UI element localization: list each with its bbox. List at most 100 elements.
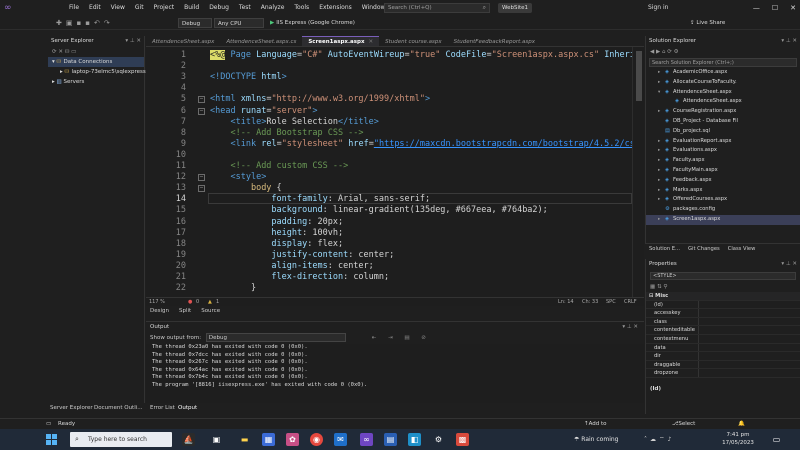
- visual-studio-taskbar-icon[interactable]: ∞: [360, 433, 373, 446]
- fold-toggle-icon[interactable]: −: [198, 96, 205, 104]
- fold-toggle-icon[interactable]: −: [198, 185, 205, 193]
- code-line[interactable]: <!-- Add custom CSS -->: [210, 161, 348, 171]
- add-to-source-control-button[interactable]: ↑ Add to Source Control: [584, 419, 609, 447]
- code-line[interactable]: <%@ Page Language="C#" AutoEventWireup="…: [210, 50, 635, 60]
- property-value[interactable]: [698, 317, 800, 326]
- fold-toggle-icon[interactable]: −: [198, 107, 205, 115]
- editor-scrollbar[interactable]: [632, 47, 644, 297]
- fold-toggle-icon[interactable]: −: [198, 174, 205, 182]
- menu-analyze[interactable]: Analyze: [256, 0, 290, 16]
- settings-icon[interactable]: ⚙: [674, 49, 679, 55]
- solution-item[interactable]: ▸ ◈ Marks.aspx: [646, 186, 800, 196]
- connect-db-icon[interactable]: ⛁: [65, 49, 70, 55]
- collapse-icon[interactable]: ▾: [658, 88, 665, 98]
- solution-item[interactable]: ▸ ◈ Feedback.aspx: [646, 176, 800, 186]
- code-line[interactable]: <html xmlns="http://www.w3.org/1999/xhtm…: [210, 94, 430, 104]
- code-line[interactable]: align-items: center;: [210, 261, 373, 271]
- sql-app-icon[interactable]: ▤: [384, 433, 397, 446]
- forward-icon[interactable]: ▶: [656, 49, 660, 55]
- solution-item[interactable]: ▾ ◈ AttendenceSheet.aspx: [646, 88, 800, 98]
- home-icon[interactable]: ⌂: [662, 49, 666, 55]
- mail-app-icon[interactable]: ✉: [334, 433, 347, 446]
- property-pages-icon[interactable]: ⚲: [663, 284, 667, 290]
- code-line[interactable]: <!DOCTYPE html>: [210, 72, 287, 82]
- tab-student-feedback-report[interactable]: StudentFeedbackReport.aspx: [448, 37, 541, 46]
- output-source-select[interactable]: Debug: [205, 333, 346, 342]
- tab-git-changes[interactable]: Git Changes: [688, 246, 720, 252]
- property-value[interactable]: [698, 309, 800, 317]
- connect-server-icon[interactable]: ▭: [71, 49, 76, 55]
- error-count[interactable]: 0: [196, 298, 199, 306]
- property-row[interactable]: draggable: [646, 360, 800, 370]
- property-value[interactable]: [698, 360, 800, 369]
- code-line[interactable]: <link rel="stylesheet" href="https://max…: [210, 139, 634, 149]
- tab-attendencesheet-aspx[interactable]: AttendenceSheet.aspx: [146, 37, 220, 46]
- redo-icon[interactable]: ↷: [104, 19, 114, 27]
- volume-icon[interactable]: ♪: [668, 436, 675, 443]
- expand-icon[interactable]: ▸: [658, 78, 665, 88]
- sign-in-link[interactable]: Sign in: [648, 0, 668, 16]
- settings-icon[interactable]: ⚙: [432, 433, 445, 446]
- undo-icon[interactable]: ↶: [94, 19, 104, 27]
- property-value[interactable]: [698, 300, 800, 309]
- app-icon[interactable]: ◧: [408, 433, 421, 446]
- output-toolbar-icons[interactable]: ⇤ ⇥ ▤ ⊘: [372, 335, 431, 341]
- menu-tools[interactable]: Tools: [289, 0, 314, 16]
- properties-object-select[interactable]: <STYLE>: [650, 272, 796, 280]
- notification-center-icon[interactable]: ▭: [770, 433, 783, 446]
- menu-extensions[interactable]: Extensions: [314, 0, 357, 16]
- tree-item-data-connections[interactable]: ▾ ⛁ Data Connections: [48, 57, 144, 67]
- expand-icon[interactable]: ▸: [658, 215, 665, 225]
- menu-build[interactable]: Build: [179, 0, 204, 16]
- live-share-button[interactable]: ⇪ Live Share: [690, 18, 725, 28]
- close-tab-icon[interactable]: ✕: [369, 39, 374, 45]
- solution-item[interactable]: ▤ Db_project.sql: [646, 127, 800, 137]
- expand-icon[interactable]: ▸: [658, 176, 665, 186]
- file-explorer-icon[interactable]: ▬: [238, 433, 251, 446]
- scrollbar-thumb[interactable]: [636, 51, 642, 101]
- solution-item[interactable]: ▸ ◈ Faculty.aspx: [646, 156, 800, 166]
- notifications-icon[interactable]: 🔔: [738, 419, 745, 429]
- tab-split[interactable]: Split: [179, 308, 191, 314]
- panel-pin-icon[interactable]: ▾ ⊥ ✕: [781, 259, 797, 270]
- code-line[interactable]: height: 100vh;: [210, 228, 343, 238]
- search-input[interactable]: Search (Ctrl+Q) ⌕: [384, 3, 490, 13]
- menu-project[interactable]: Project: [149, 0, 180, 16]
- code-line[interactable]: font-family: Arial, sans-serif;: [210, 194, 430, 204]
- property-row[interactable]: data: [646, 343, 800, 353]
- expand-icon[interactable]: ▸: [658, 107, 665, 117]
- property-value[interactable]: [698, 352, 800, 360]
- taskbar-app-boat-icon[interactable]: ⛵: [182, 433, 195, 446]
- property-category[interactable]: ⊟ Misc: [646, 292, 800, 301]
- code-line[interactable]: body {: [210, 183, 282, 193]
- property-row[interactable]: accesskey: [646, 309, 800, 318]
- solution-search-input[interactable]: Search Solution Explorer (Ctrl+;): [649, 58, 797, 67]
- tab-design[interactable]: Design: [150, 308, 169, 314]
- solution-item[interactable]: ◈ AttendenceSheet.aspx: [646, 97, 800, 107]
- expand-icon[interactable]: ▸: [52, 79, 55, 85]
- panel-pin-icon[interactable]: ▾ ⊥ ✕: [781, 36, 797, 47]
- property-row[interactable]: class: [646, 317, 800, 327]
- code-line[interactable]: <!-- Add Bootstrap CSS -->: [210, 128, 363, 138]
- solution-item[interactable]: ▸ ◈ CourseRegistration.aspx: [646, 107, 800, 117]
- zoom-level[interactable]: 117 %: [149, 298, 165, 306]
- back-icon[interactable]: ◀: [650, 49, 654, 55]
- run-button[interactable]: ▶ IIS Express (Google Chrome): [270, 18, 362, 28]
- menu-debug[interactable]: Debug: [204, 0, 234, 16]
- tab-screen1aspx[interactable]: Screen1aspx.aspx ✕: [302, 36, 380, 46]
- solution-item[interactable]: ▸ ◈ AcademicOffice.aspx: [646, 68, 800, 78]
- tree-item-sqlexpress[interactable]: ▸ ⛁ laptop-73elmc5\sqlexpress: [48, 67, 146, 77]
- code-line[interactable]: }: [210, 283, 256, 293]
- task-view-icon[interactable]: ▣: [210, 433, 223, 446]
- code-line[interactable]: <head runat="server">: [210, 106, 318, 116]
- property-row[interactable]: contextmenu: [646, 334, 800, 344]
- panel-pin-icon[interactable]: ▾ ⊥ ✕: [125, 36, 141, 47]
- windows-start-icon[interactable]: [46, 434, 57, 445]
- maximize-icon[interactable]: ☐: [772, 0, 778, 16]
- refresh-icon[interactable]: ⟳: [667, 49, 672, 55]
- network-icon[interactable]: ⌔: [659, 436, 668, 443]
- close-icon[interactable]: ✕: [790, 0, 796, 16]
- expand-icon[interactable]: ▸: [60, 69, 63, 75]
- platform-select[interactable]: Any CPU: [214, 18, 264, 28]
- tab-server-explorer[interactable]: Server Explorer: [50, 403, 93, 414]
